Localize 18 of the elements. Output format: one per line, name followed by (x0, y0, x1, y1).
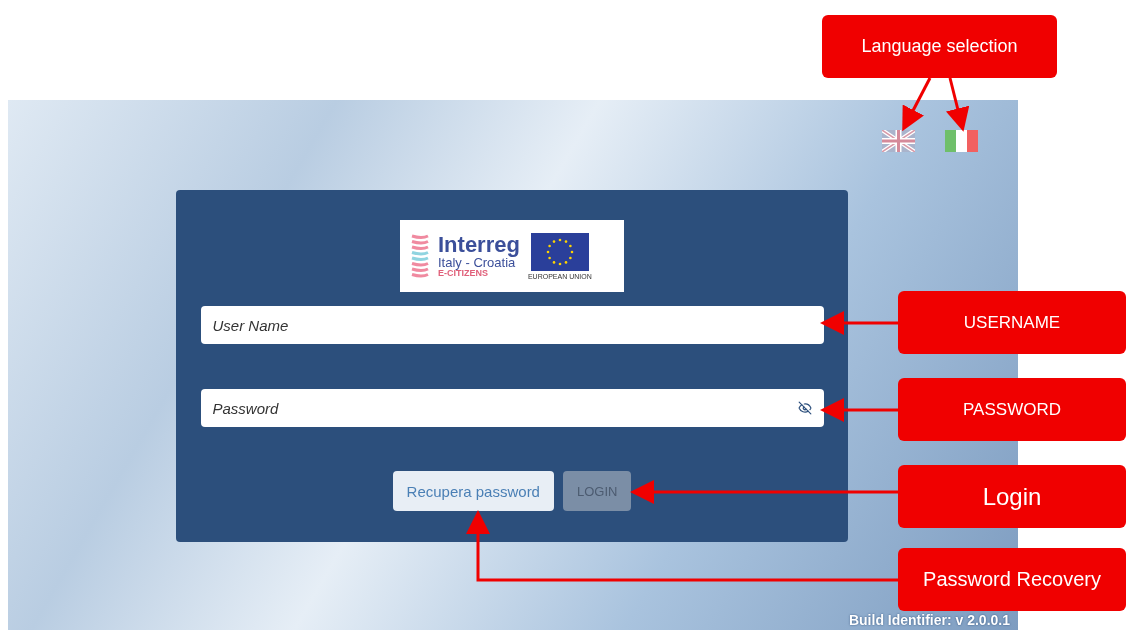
callout-label: Login (898, 465, 1126, 528)
logo-subtitle: Italy - Croatia (438, 256, 516, 269)
build-identifier: Build Identifier: v 2.0.0.1 (848, 612, 1011, 630)
callout-label: USERNAME (898, 291, 1126, 354)
wave-logo-icon (410, 233, 430, 279)
callout-label: Language selection (822, 15, 1057, 78)
eu-flag-icon (530, 232, 589, 271)
callout-label: Password Recovery (898, 548, 1126, 611)
logo-title: Interreg (438, 234, 520, 256)
recover-password-button[interactable]: Recupera password (392, 471, 554, 511)
logo-project-name: E-CITIZENS (438, 269, 489, 278)
eye-off-icon[interactable] (797, 401, 812, 415)
callout-arrow (902, 77, 970, 132)
uk-flag-icon[interactable] (882, 130, 915, 152)
username-field[interactable]: User Name (200, 306, 824, 344)
italy-flag-icon[interactable] (945, 130, 978, 152)
callout-label: PASSWORD (898, 378, 1126, 441)
password-field[interactable]: Password (200, 389, 824, 427)
